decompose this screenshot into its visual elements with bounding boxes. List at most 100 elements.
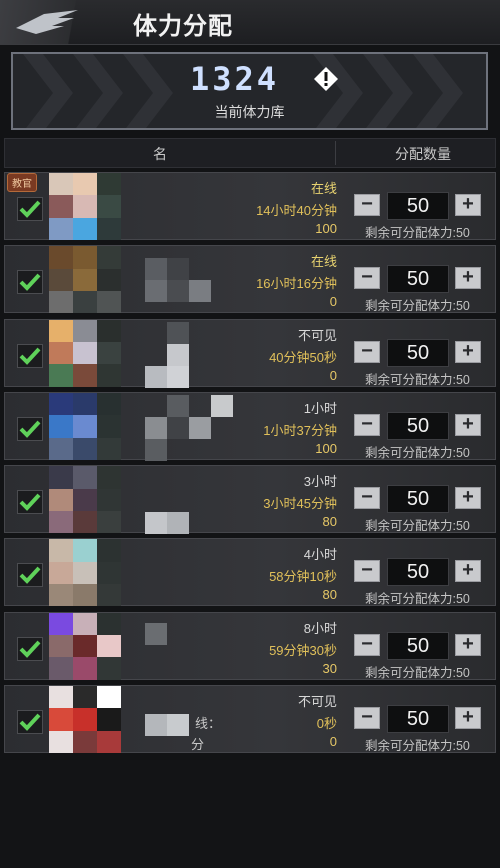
member-row: 在线 16小时16分钟 0 −50 + 剩余可分配体力:50 bbox=[4, 245, 496, 314]
checkmark-icon bbox=[19, 567, 41, 585]
recovery-timer: 3小时45分钟 bbox=[263, 496, 337, 512]
stamina-bank-panel: 1324 当前体力库 bbox=[11, 52, 488, 130]
allocation-input[interactable]: 50 bbox=[387, 558, 449, 587]
remaining-allocatable: 剩余可分配体力:50 bbox=[365, 372, 470, 387]
remaining-allocatable: 剩余可分配体力:50 bbox=[365, 592, 470, 607]
checkmark-icon bbox=[19, 273, 41, 292]
member-row: 1小时 1小时37分钟 100 −50 + 剩余可分配体力:50 bbox=[4, 391, 496, 461]
allocation-input[interactable]: 50 bbox=[387, 338, 449, 367]
increase-button[interactable]: + bbox=[455, 560, 481, 583]
current-stamina: 80 bbox=[322, 587, 337, 603]
decrease-button[interactable]: − bbox=[354, 413, 380, 436]
allocation-input[interactable]: 50 bbox=[387, 485, 449, 514]
increase-button[interactable]: + bbox=[455, 633, 481, 656]
decrease-button[interactable]: − bbox=[354, 267, 380, 290]
stamina-bank-value: 1324 bbox=[189, 60, 280, 98]
avatar bbox=[49, 173, 121, 240]
exclamation-icon[interactable] bbox=[313, 66, 339, 92]
increase-button[interactable]: + bbox=[455, 194, 481, 216]
column-name: 名 bbox=[153, 146, 167, 162]
increase-button[interactable]: + bbox=[455, 340, 481, 363]
checkmark-icon bbox=[19, 347, 41, 365]
member-row: 不可见 0秒 0 线： 分 −50 + 剩余可分配体力:50 bbox=[4, 685, 496, 754]
online-status: 8小时 bbox=[303, 620, 337, 636]
select-checkbox[interactable] bbox=[17, 416, 43, 441]
avatar bbox=[49, 686, 121, 754]
column-allocate: 分配数量 bbox=[395, 146, 451, 162]
current-stamina: 80 bbox=[322, 514, 337, 530]
remaining-allocatable: 剩余可分配体力:50 bbox=[365, 739, 470, 754]
checkmark-icon bbox=[19, 200, 41, 218]
avatar bbox=[49, 539, 121, 607]
increase-button[interactable]: + bbox=[455, 267, 481, 290]
select-checkbox[interactable] bbox=[17, 490, 43, 515]
checkmark-icon bbox=[19, 420, 41, 438]
member-row: 不可见 40分钟50秒 0 −50 + 剩余可分配体力:50 bbox=[4, 318, 496, 388]
avatar bbox=[49, 392, 121, 460]
current-stamina: 0 bbox=[329, 734, 337, 750]
increase-button[interactable]: + bbox=[455, 413, 481, 436]
allocation-input[interactable]: 50 bbox=[387, 192, 449, 220]
remaining-allocatable: 剩余可分配体力:50 bbox=[365, 665, 470, 680]
allocation-input[interactable]: 50 bbox=[387, 631, 449, 660]
avatar bbox=[49, 466, 121, 534]
back-button[interactable] bbox=[0, 0, 100, 44]
recovery-timer: 40分钟50秒 bbox=[269, 349, 337, 365]
decrease-button[interactable]: − bbox=[354, 340, 380, 363]
select-checkbox[interactable] bbox=[17, 563, 43, 588]
online-status: 4小时 bbox=[303, 547, 337, 563]
increase-button[interactable]: + bbox=[455, 707, 481, 730]
decrease-button[interactable]: − bbox=[354, 560, 380, 583]
footer-area bbox=[0, 760, 500, 868]
select-checkbox[interactable] bbox=[17, 197, 43, 221]
avatar bbox=[49, 246, 121, 314]
decrease-button[interactable]: − bbox=[354, 633, 380, 656]
allocation-input[interactable]: 50 bbox=[387, 411, 449, 440]
eagle-wing-icon bbox=[16, 10, 78, 34]
current-stamina: 100 bbox=[315, 440, 337, 456]
increase-button[interactable]: + bbox=[455, 487, 481, 510]
current-stamina: 100 bbox=[315, 221, 337, 236]
column-header: 名 分配数量 bbox=[4, 138, 496, 168]
remaining-allocatable: 剩余可分配体力:50 bbox=[365, 299, 470, 314]
online-status: 3小时 bbox=[303, 474, 337, 490]
online-status: 不可见 bbox=[297, 327, 337, 343]
select-checkbox[interactable] bbox=[17, 710, 43, 735]
avatar bbox=[49, 319, 121, 387]
online-status: 不可见 bbox=[297, 694, 337, 710]
recovery-timer: 0秒 bbox=[316, 716, 337, 732]
checkmark-icon bbox=[19, 493, 41, 512]
allocation-input[interactable]: 50 bbox=[387, 265, 449, 294]
recovery-timer: 14小时40分钟 bbox=[256, 203, 337, 218]
recovery-timer: 1小时37分钟 bbox=[263, 422, 337, 438]
top-bar: 体力分配 bbox=[0, 0, 500, 45]
checkmark-icon bbox=[19, 713, 41, 731]
decrease-button[interactable]: − bbox=[354, 487, 380, 510]
stamina-bank-label: 当前体力库 bbox=[214, 104, 285, 120]
online-status: 在线 bbox=[310, 181, 337, 196]
current-stamina: 0 bbox=[329, 367, 337, 383]
member-row: 8小时 59分钟30秒 30 −50 + 剩余可分配体力:50 bbox=[4, 611, 496, 680]
current-stamina: 0 bbox=[329, 294, 337, 310]
remaining-allocatable: 剩余可分配体力:50 bbox=[365, 445, 470, 460]
allocation-input[interactable]: 50 bbox=[387, 705, 449, 734]
decrease-button[interactable]: − bbox=[354, 194, 380, 216]
remaining-allocatable: 剩余可分配体力:50 bbox=[365, 519, 470, 534]
recovery-timer: 59分钟30秒 bbox=[269, 642, 337, 658]
page-title: 体力分配 bbox=[133, 13, 233, 40]
member-row: 3小时 3小时45分钟 80 −50 + 剩余可分配体力:50 bbox=[4, 465, 496, 535]
partial-label: 线： bbox=[195, 716, 222, 732]
avatar bbox=[49, 612, 121, 680]
decrease-button[interactable]: − bbox=[354, 707, 380, 730]
select-checkbox[interactable] bbox=[17, 343, 43, 368]
partial-label: 分 bbox=[191, 737, 205, 753]
role-badge: 教官 bbox=[7, 173, 37, 192]
remaining-allocatable: 剩余可分配体力:50 bbox=[365, 226, 470, 240]
recovery-timer: 16小时16分钟 bbox=[256, 276, 337, 292]
member-row: 教官 在线 14小时40分钟 100 −50 + 剩余可分配体力:50 bbox=[4, 172, 496, 240]
select-checkbox[interactable] bbox=[17, 636, 43, 661]
select-checkbox[interactable] bbox=[17, 270, 43, 295]
member-row: 4小时 58分钟10秒 80 −50 + 剩余可分配体力:50 bbox=[4, 538, 496, 607]
online-status: 1小时 bbox=[303, 400, 337, 416]
member-list: 教官 在线 14小时40分钟 100 −50 + 剩余可分配体力:50 在线 16小时16分钟 0… bbox=[4, 172, 496, 758]
